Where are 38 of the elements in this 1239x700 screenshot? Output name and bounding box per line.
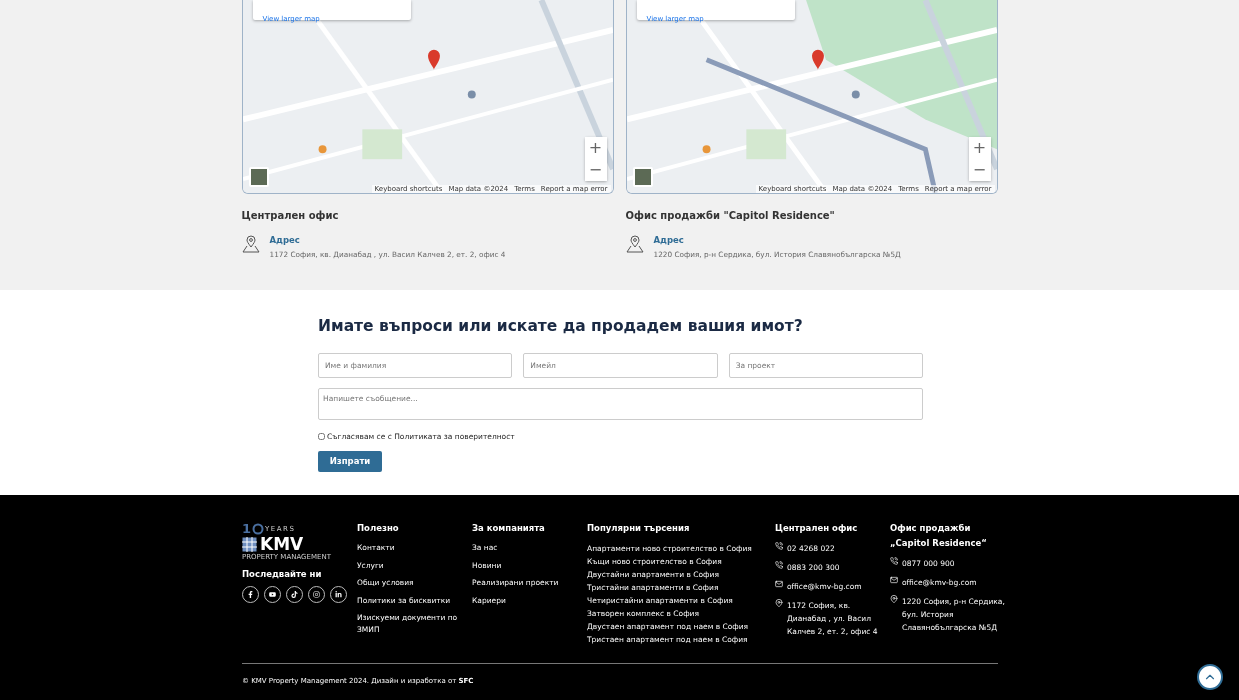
mail-icon — [775, 580, 783, 588]
address-label: Адрес — [269, 235, 301, 245]
office-title: Централен офис — [241, 210, 340, 221]
logo-ring-icon — [252, 522, 265, 535]
consent-checkbox[interactable] — [318, 433, 325, 440]
logo-number: 1 — [242, 521, 252, 536]
logo-grid-icon — [242, 537, 257, 552]
column-title: Офис продажби „Capitol Residence“ — [890, 522, 988, 550]
column-title: За компанията — [472, 522, 546, 535]
scroll-to-top-button[interactable] — [1197, 664, 1223, 690]
phone-icon — [775, 542, 783, 550]
map-pin-icon — [890, 595, 898, 603]
column-title: Популярни търсения — [587, 522, 691, 535]
linkedin-icon — [335, 591, 342, 598]
zoom-in-button[interactable]: + — [584, 137, 607, 159]
address-label: Адрес — [653, 235, 685, 245]
follow-title: Последвайте ни — [242, 569, 323, 579]
submit-button[interactable]: Изпрати — [318, 450, 382, 472]
zoom-in-button[interactable]: + — [968, 137, 991, 159]
map-pin-icon — [775, 599, 783, 607]
zoom-out-button[interactable]: − — [584, 159, 607, 181]
office-title: Офис продажби "Capitol Residence" — [625, 210, 836, 221]
instagram-icon — [313, 591, 320, 598]
mail-icon — [890, 576, 898, 584]
phone-icon — [775, 561, 783, 569]
youtube-icon — [269, 591, 276, 598]
zoom-out-button[interactable]: − — [968, 159, 991, 181]
map-pin-icon — [625, 235, 644, 253]
facebook-icon — [247, 591, 254, 598]
form-heading: Имате въпроси или искате да продадем вашия имот? — [318, 317, 804, 335]
logo-name: KMV — [260, 536, 304, 553]
satellite-toggle[interactable] — [632, 167, 653, 187]
column-title: Централен офис — [775, 522, 859, 535]
satellite-toggle[interactable] — [248, 167, 269, 187]
phone-icon — [890, 557, 898, 565]
tiktok-icon — [291, 591, 298, 598]
map-pin-icon — [241, 235, 260, 253]
column-title: Полезно — [357, 522, 400, 535]
